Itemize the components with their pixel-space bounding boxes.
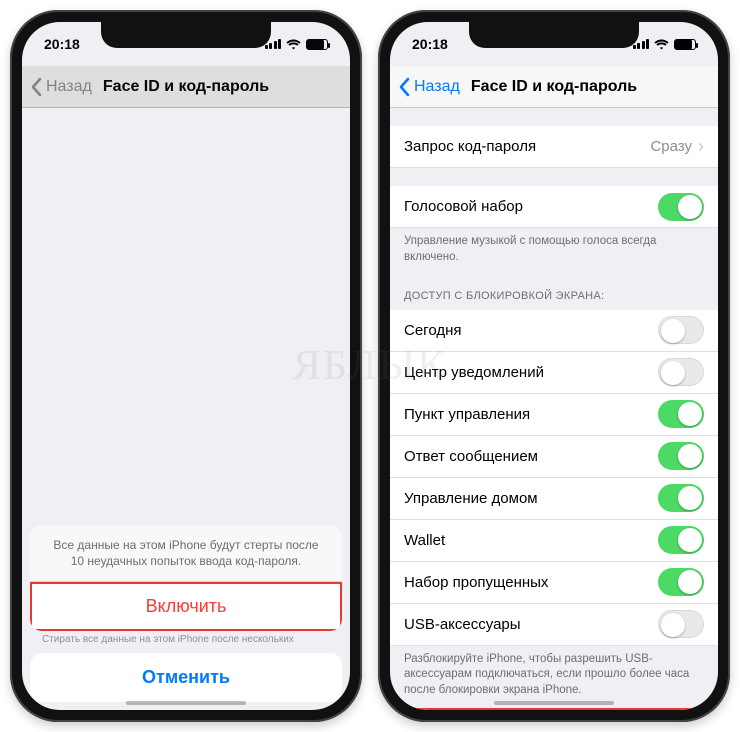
toggle-notif[interactable]	[658, 358, 704, 386]
back-button[interactable]: Назад	[22, 77, 92, 97]
row-home[interactable]: Управление домом	[390, 478, 718, 520]
toggle-wallet[interactable]	[658, 526, 704, 554]
row-today[interactable]: Сегодня	[390, 310, 718, 352]
row-usb[interactable]: USB-аксессуары	[390, 604, 718, 646]
nav-bar: Назад Face ID и код-пароль	[390, 66, 718, 108]
row-notif-center[interactable]: Центр уведомлений	[390, 352, 718, 394]
peek-text: Стирать все данные на этом iPhone после …	[30, 631, 342, 645]
battery-icon	[674, 39, 696, 50]
chevron-right-icon: ›	[698, 136, 704, 157]
toggle-home[interactable]	[658, 484, 704, 512]
row-missed[interactable]: Набор пропущенных	[390, 562, 718, 604]
chevron-left-icon	[30, 77, 42, 97]
notch	[101, 22, 271, 48]
home-indicator	[494, 701, 614, 705]
toggle-voice[interactable]	[658, 193, 704, 221]
row-control-center[interactable]: Пункт управления	[390, 394, 718, 436]
battery-icon	[306, 39, 328, 50]
toggle-usb[interactable]	[658, 610, 704, 638]
lock-access-header: ДОСТУП С БЛОКИРОВКОЙ ЭКРАНА:	[390, 275, 718, 310]
status-time: 20:18	[44, 36, 80, 52]
phone-right: 20:18 Назад Face ID и код-пароль Запрос …	[378, 10, 730, 722]
toggle-control[interactable]	[658, 400, 704, 428]
wifi-icon	[654, 39, 669, 50]
back-button[interactable]: Назад	[390, 77, 460, 97]
voice-footer: Управление музыкой с помощью голоса всег…	[390, 228, 718, 275]
toggle-missed[interactable]	[658, 568, 704, 596]
sheet-message: Все данные на этом iPhone будут стерты п…	[30, 525, 342, 582]
settings-content: Запрос код-пароля Сразу› Голосовой набор…	[390, 108, 718, 710]
row-erase-data[interactable]: Стирание данных	[390, 708, 718, 710]
toggle-reply[interactable]	[658, 442, 704, 470]
action-sheet: Все данные на этом iPhone будут стерты п…	[22, 517, 350, 710]
chevron-left-icon	[398, 77, 410, 97]
status-time: 20:18	[412, 36, 448, 52]
enable-button[interactable]: Включить	[30, 582, 342, 631]
nav-bar: Назад Face ID и код-пароль	[22, 66, 350, 108]
phone-left: 20:18 Назад Face ID и код-пароль Запрос …	[10, 10, 362, 722]
wifi-icon	[286, 39, 301, 50]
home-indicator	[126, 701, 246, 705]
cancel-button[interactable]: Отменить	[30, 653, 342, 702]
toggle-today[interactable]	[658, 316, 704, 344]
row-reply[interactable]: Ответ сообщением	[390, 436, 718, 478]
notch	[469, 22, 639, 48]
usb-footer: Разблокируйте iPhone, чтобы разрешить US…	[390, 646, 718, 709]
row-voice-dial[interactable]: Голосовой набор	[390, 186, 718, 228]
row-wallet[interactable]: Wallet	[390, 520, 718, 562]
row-passcode-request[interactable]: Запрос код-пароля Сразу›	[390, 126, 718, 168]
